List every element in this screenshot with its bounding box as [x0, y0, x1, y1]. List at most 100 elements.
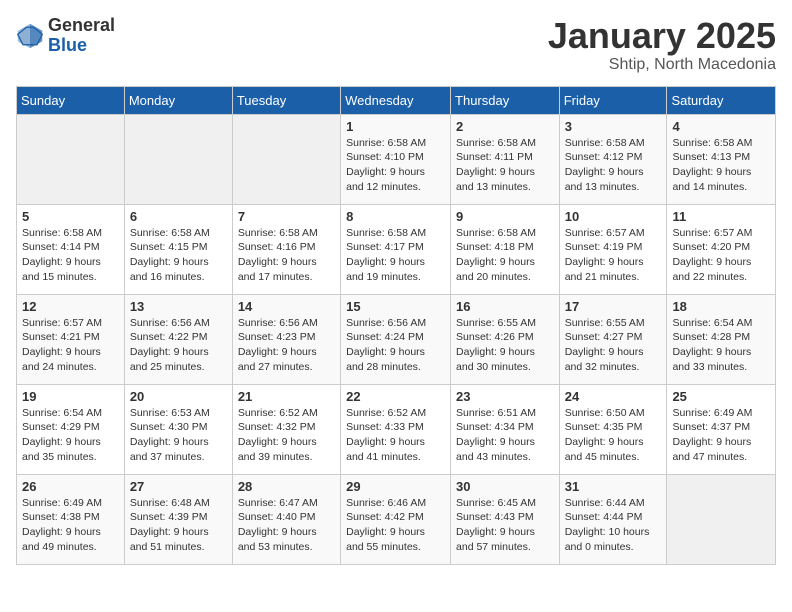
calendar-cell: 9 Sunrise: 6:58 AMSunset: 4:18 PMDaylight… — [451, 204, 560, 294]
calendar-cell: 8 Sunrise: 6:58 AMSunset: 4:17 PMDaylight… — [341, 204, 451, 294]
calendar-cell: 12 Sunrise: 6:57 AMSunset: 4:21 PMDayligh… — [17, 294, 125, 384]
day-info: Sunrise: 6:58 AMSunset: 4:12 PMDaylight:… — [565, 136, 662, 195]
day-number: 20 — [130, 389, 227, 404]
calendar-cell: 19 Sunrise: 6:54 AMSunset: 4:29 PMDayligh… — [17, 384, 125, 474]
weekday-header: Monday — [124, 86, 232, 114]
calendar-cell: 26Sunrise: 6:49 AMSunset: 4:38 PMDayligh… — [17, 474, 125, 564]
calendar-cell: 10Sunrise: 6:57 AMSunset: 4:19 PMDayligh… — [559, 204, 667, 294]
calendar-cell: 23 Sunrise: 6:51 AMSunset: 4:34 PMDayligh… — [451, 384, 560, 474]
calendar-cell — [667, 474, 776, 564]
day-info: Sunrise: 6:56 AMSunset: 4:24 PMDaylight:… — [346, 316, 445, 375]
day-info: Sunrise: 6:54 AMSunset: 4:29 PMDaylight:… — [22, 406, 119, 465]
day-number: 8 — [346, 209, 445, 224]
day-number: 15 — [346, 299, 445, 314]
calendar-week-row: 12 Sunrise: 6:57 AMSunset: 4:21 PMDayligh… — [17, 294, 776, 384]
calendar-cell — [17, 114, 125, 204]
day-number: 31 — [565, 479, 662, 494]
day-number: 23 — [456, 389, 554, 404]
calendar-cell: 3 Sunrise: 6:58 AMSunset: 4:12 PMDaylight… — [559, 114, 667, 204]
day-info: Sunrise: 6:58 AMSunset: 4:10 PMDaylight:… — [346, 136, 445, 195]
day-info: Sunrise: 6:58 AMSunset: 4:13 PMDaylight:… — [672, 136, 770, 195]
day-number: 30 — [456, 479, 554, 494]
day-info: Sunrise: 6:52 AMSunset: 4:32 PMDaylight:… — [238, 406, 335, 465]
calendar-cell: 14Sunrise: 6:56 AMSunset: 4:23 PMDayligh… — [232, 294, 340, 384]
logo: General Blue — [16, 16, 115, 56]
day-info: Sunrise: 6:55 AMSunset: 4:27 PMDaylight:… — [565, 316, 662, 375]
calendar-cell — [232, 114, 340, 204]
calendar-cell: 4Sunrise: 6:58 AMSunset: 4:13 PMDaylight… — [667, 114, 776, 204]
day-number: 27 — [130, 479, 227, 494]
day-number: 12 — [22, 299, 119, 314]
day-info: Sunrise: 6:58 AMSunset: 4:18 PMDaylight:… — [456, 226, 554, 285]
logo-text: General Blue — [48, 16, 115, 56]
day-number: 6 — [130, 209, 227, 224]
day-number: 18 — [672, 299, 770, 314]
calendar-table: SundayMondayTuesdayWednesdayThursdayFrid… — [16, 86, 776, 565]
calendar-body: 1 Sunrise: 6:58 AMSunset: 4:10 PMDaylight… — [17, 114, 776, 564]
day-number: 11 — [672, 209, 770, 224]
day-info: Sunrise: 6:51 AMSunset: 4:34 PMDaylight:… — [456, 406, 554, 465]
day-info: Sunrise: 6:49 AMSunset: 4:37 PMDaylight:… — [672, 406, 770, 465]
day-info: Sunrise: 6:56 AMSunset: 4:22 PMDaylight:… — [130, 316, 227, 375]
weekday-header: Tuesday — [232, 86, 340, 114]
weekday-header: Wednesday — [341, 86, 451, 114]
day-info: Sunrise: 6:45 AMSunset: 4:43 PMDaylight:… — [456, 496, 554, 555]
day-number: 10 — [565, 209, 662, 224]
weekday-header: Saturday — [667, 86, 776, 114]
day-info: Sunrise: 6:58 AMSunset: 4:15 PMDaylight:… — [130, 226, 227, 285]
day-info: Sunrise: 6:58 AMSunset: 4:14 PMDaylight:… — [22, 226, 119, 285]
header-row: SundayMondayTuesdayWednesdayThursdayFrid… — [17, 86, 776, 114]
day-info: Sunrise: 6:55 AMSunset: 4:26 PMDaylight:… — [456, 316, 554, 375]
calendar-week-row: 19 Sunrise: 6:54 AMSunset: 4:29 PMDayligh… — [17, 384, 776, 474]
calendar-cell: 17Sunrise: 6:55 AMSunset: 4:27 PMDayligh… — [559, 294, 667, 384]
day-info: Sunrise: 6:57 AMSunset: 4:21 PMDaylight:… — [22, 316, 119, 375]
weekday-header: Friday — [559, 86, 667, 114]
calendar-cell: 21 Sunrise: 6:52 AMSunset: 4:32 PMDayligh… — [232, 384, 340, 474]
day-info: Sunrise: 6:52 AMSunset: 4:33 PMDaylight:… — [346, 406, 445, 465]
day-number: 7 — [238, 209, 335, 224]
calendar-title: January 2025 — [548, 16, 776, 56]
day-number: 9 — [456, 209, 554, 224]
calendar-cell: 5 Sunrise: 6:58 AMSunset: 4:14 PMDaylight… — [17, 204, 125, 294]
day-info: Sunrise: 6:46 AMSunset: 4:42 PMDaylight:… — [346, 496, 445, 555]
day-info: Sunrise: 6:58 AMSunset: 4:11 PMDaylight:… — [456, 136, 554, 195]
weekday-header: Sunday — [17, 86, 125, 114]
calendar-subtitle: Shtip, North Macedonia — [548, 56, 776, 74]
calendar-cell: 25Sunrise: 6:49 AMSunset: 4:37 PMDayligh… — [667, 384, 776, 474]
calendar-cell: 16Sunrise: 6:55 AMSunset: 4:26 PMDayligh… — [451, 294, 560, 384]
calendar-cell: 22Sunrise: 6:52 AMSunset: 4:33 PMDayligh… — [341, 384, 451, 474]
calendar-cell: 7Sunrise: 6:58 AMSunset: 4:16 PMDaylight… — [232, 204, 340, 294]
calendar-cell: 2 Sunrise: 6:58 AMSunset: 4:11 PMDaylight… — [451, 114, 560, 204]
day-number: 26 — [22, 479, 119, 494]
day-info: Sunrise: 6:53 AMSunset: 4:30 PMDaylight:… — [130, 406, 227, 465]
day-number: 5 — [22, 209, 119, 224]
day-number: 21 — [238, 389, 335, 404]
calendar-cell: 13 Sunrise: 6:56 AMSunset: 4:22 PMDayligh… — [124, 294, 232, 384]
calendar-cell: 18Sunrise: 6:54 AMSunset: 4:28 PMDayligh… — [667, 294, 776, 384]
day-number: 29 — [346, 479, 445, 494]
calendar-week-row: 5 Sunrise: 6:58 AMSunset: 4:14 PMDaylight… — [17, 204, 776, 294]
calendar-cell: 28 Sunrise: 6:47 AMSunset: 4:40 PMDayligh… — [232, 474, 340, 564]
calendar-cell: 27 Sunrise: 6:48 AMSunset: 4:39 PMDayligh… — [124, 474, 232, 564]
day-info: Sunrise: 6:58 AMSunset: 4:17 PMDaylight:… — [346, 226, 445, 285]
calendar-cell: 1 Sunrise: 6:58 AMSunset: 4:10 PMDaylight… — [341, 114, 451, 204]
calendar-cell: 11Sunrise: 6:57 AMSunset: 4:20 PMDayligh… — [667, 204, 776, 294]
day-number: 13 — [130, 299, 227, 314]
calendar-header: SundayMondayTuesdayWednesdayThursdayFrid… — [17, 86, 776, 114]
calendar-cell: 6 Sunrise: 6:58 AMSunset: 4:15 PMDaylight… — [124, 204, 232, 294]
day-number: 19 — [22, 389, 119, 404]
day-info: Sunrise: 6:44 AMSunset: 4:44 PMDaylight:… — [565, 496, 662, 555]
calendar-cell: 24Sunrise: 6:50 AMSunset: 4:35 PMDayligh… — [559, 384, 667, 474]
day-number: 24 — [565, 389, 662, 404]
day-number: 28 — [238, 479, 335, 494]
page-header: General Blue January 2025 Shtip, North M… — [16, 16, 776, 74]
calendar-cell: 31 Sunrise: 6:44 AMSunset: 4:44 PMDayligh… — [559, 474, 667, 564]
logo-icon — [16, 22, 44, 50]
day-number: 14 — [238, 299, 335, 314]
day-info: Sunrise: 6:48 AMSunset: 4:39 PMDaylight:… — [130, 496, 227, 555]
day-info: Sunrise: 6:47 AMSunset: 4:40 PMDaylight:… — [238, 496, 335, 555]
day-number: 1 — [346, 119, 445, 134]
day-number: 2 — [456, 119, 554, 134]
day-number: 3 — [565, 119, 662, 134]
calendar-week-row: 1 Sunrise: 6:58 AMSunset: 4:10 PMDaylight… — [17, 114, 776, 204]
